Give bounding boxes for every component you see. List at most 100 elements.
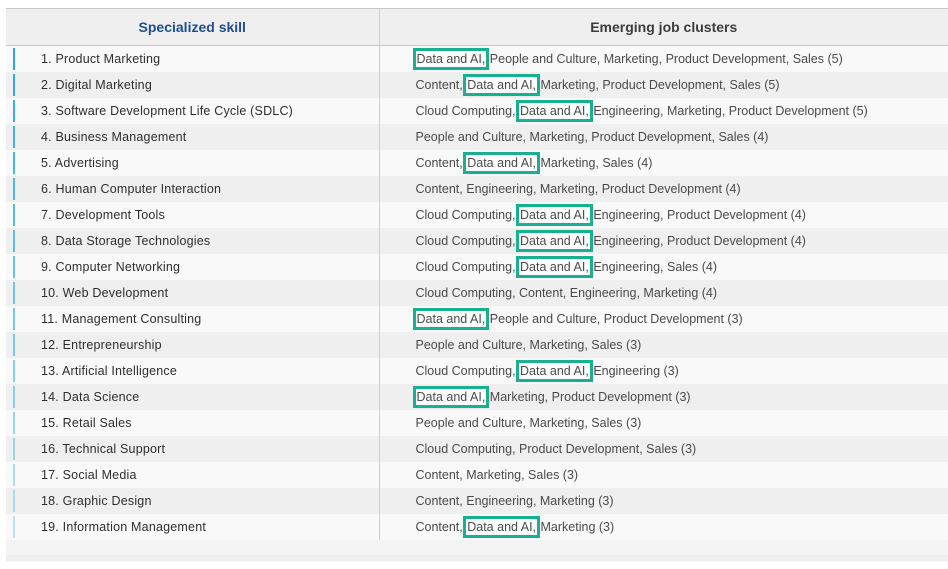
clusters-text-before: People and Culture, Marketing, Sales (3): [415, 337, 642, 352]
job-clusters-cell: Content, Data and AI, Marketing, Product…: [379, 71, 948, 98]
table-row: 5. Advertising Content, Data and AI, Mark…: [6, 149, 948, 176]
clusters-text-before: Content, Engineering, Marketing, Product…: [415, 181, 741, 196]
table-header-row: Specialized skill Emerging job clusters: [6, 8, 948, 46]
clusters-text-before: Content, Marketing, Sales (3): [415, 467, 579, 482]
skill-cell: 16. Technical Support: [6, 435, 380, 462]
clusters-text-before: Cloud Computing, Content, Engineering, M…: [415, 285, 718, 300]
data-and-ai-highlight: Data and AI,: [516, 255, 593, 278]
skill-cell: 6. Human Computer Interaction: [6, 175, 380, 202]
clusters-text-before: Content,: [415, 77, 467, 92]
clusters-text-before: Cloud Computing, Product Development, Sa…: [415, 441, 697, 456]
table-row: 10. Web Development Cloud Computing, Cont…: [6, 279, 948, 306]
skill-cell: 12. Entrepreneurship: [6, 331, 380, 358]
table-footer-strip: [6, 555, 948, 561]
table-row: 6. Human Computer Interaction Content, En…: [6, 175, 948, 202]
clusters-text-before: People and Culture, Marketing, Product D…: [415, 129, 769, 144]
data-and-ai-highlight: Data and AI,: [463, 151, 541, 174]
clusters-text-after: Marketing, Product Development (3): [486, 389, 691, 404]
table-row: 19. Information Management Content, Data …: [6, 513, 948, 540]
clusters-text-before: Cloud Computing,: [415, 259, 520, 274]
clusters-text-before: People and Culture, Marketing, Sales (3): [415, 415, 642, 430]
skill-cell: 11. Management Consulting: [6, 305, 380, 332]
table-row: 2. Digital Marketing Content, Data and AI…: [6, 71, 948, 98]
job-clusters-cell: People and Culture, Marketing, Product D…: [379, 123, 948, 150]
data-and-ai-highlight: Data and AI,: [516, 229, 593, 252]
table-row: 1. Product Marketing Data and AI, People …: [6, 45, 948, 72]
skill-cell: 7. Development Tools: [6, 201, 380, 228]
clusters-text-before: Content,: [415, 519, 467, 534]
table-row: 7. Development Tools Cloud Computing, Dat…: [6, 201, 948, 228]
table-row: 11. Management Consulting Data and AI, Pe…: [6, 305, 948, 332]
job-clusters-cell: Data and AI, People and Culture, Product…: [379, 305, 948, 332]
clusters-text-after: Marketing, Product Development, Sales (5…: [537, 77, 780, 92]
skill-cell: 15. Retail Sales: [6, 409, 380, 436]
clusters-text-after: Marketing (3): [537, 519, 615, 534]
table-row: 16. Technical Support Cloud Computing, Pr…: [6, 435, 948, 462]
table-row: 12. Entrepreneurship People and Culture, …: [6, 331, 948, 358]
skill-cell: 8. Data Storage Technologies: [6, 227, 380, 254]
clusters-text-before: Content, Engineering, Marketing (3): [415, 493, 614, 508]
job-clusters-cell: Cloud Computing, Data and AI, Engineerin…: [379, 253, 948, 280]
skill-cell: 4. Business Management: [6, 123, 380, 150]
data-and-ai-highlight: Data and AI,: [463, 515, 541, 538]
table-row: 9. Computer Networking Cloud Computing, D…: [6, 253, 948, 280]
table-row: 3. Software Development Life Cycle (SDLC…: [6, 97, 948, 124]
clusters-text-after: People and Culture, Marketing, Product D…: [486, 51, 843, 66]
skill-cell: 13. Artificial Intelligence: [6, 357, 380, 384]
clusters-text-after: People and Culture, Product Development …: [486, 311, 743, 326]
table-row: 4. Business Management People and Culture…: [6, 123, 948, 150]
data-and-ai-highlight: Data and AI,: [516, 359, 593, 382]
table-row: 18. Graphic Design Content, Engineering, …: [6, 487, 948, 514]
job-clusters-cell: Cloud Computing, Data and AI, Engineerin…: [379, 97, 948, 124]
skill-cell: 1. Product Marketing: [6, 45, 380, 72]
data-and-ai-highlight: Data and AI,: [412, 47, 490, 70]
table-row: 15. Retail Sales People and Culture, Mark…: [6, 409, 948, 436]
column-header-specialized-skill: Specialized skill: [6, 8, 380, 46]
skills-table: Specialized skill Emerging job clusters …: [6, 8, 948, 540]
job-clusters-cell: People and Culture, Marketing, Sales (3): [379, 409, 948, 436]
skill-cell: 5. Advertising: [6, 149, 380, 176]
clusters-text-before: Cloud Computing,: [415, 207, 520, 222]
data-and-ai-highlight: Data and AI,: [412, 385, 490, 408]
clusters-text-after: Engineering, Product Development (4): [589, 233, 806, 248]
skill-cell: 14. Data Science: [6, 383, 380, 410]
skill-cell: 19. Information Management: [6, 513, 380, 540]
data-and-ai-highlight: Data and AI,: [516, 203, 593, 226]
clusters-text-before: Cloud Computing,: [415, 103, 520, 118]
job-clusters-cell: Content, Marketing, Sales (3): [379, 461, 948, 488]
job-clusters-cell: Content, Engineering, Marketing, Product…: [379, 175, 948, 202]
job-clusters-cell: Cloud Computing, Content, Engineering, M…: [379, 279, 948, 306]
job-clusters-cell: Content, Data and AI, Marketing (3): [379, 513, 948, 540]
data-and-ai-highlight: Data and AI,: [412, 307, 490, 330]
clusters-text-before: Cloud Computing,: [415, 363, 520, 378]
skill-cell: 9. Computer Networking: [6, 253, 380, 280]
clusters-text-after: Engineering, Product Development (4): [589, 207, 806, 222]
table-row: 14. Data Science Data and AI, Marketing, …: [6, 383, 948, 410]
table-body: 1. Product Marketing Data and AI, People …: [6, 45, 948, 540]
job-clusters-cell: Cloud Computing, Data and AI, Engineerin…: [379, 227, 948, 254]
clusters-text-before: Cloud Computing,: [415, 233, 520, 248]
skill-cell: 18. Graphic Design: [6, 487, 380, 514]
table-row: 8. Data Storage Technologies Cloud Comput…: [6, 227, 948, 254]
clusters-text-after: Marketing, Sales (4): [537, 155, 653, 170]
job-clusters-cell: People and Culture, Marketing, Sales (3): [379, 331, 948, 358]
job-clusters-cell: Cloud Computing, Data and AI, Engineerin…: [379, 201, 948, 228]
job-clusters-cell: Cloud Computing, Data and AI, Engineerin…: [379, 357, 948, 384]
column-header-emerging-job-clusters: Emerging job clusters: [379, 8, 948, 46]
skill-cell: 3. Software Development Life Cycle (SDLC…: [6, 97, 380, 124]
clusters-text-after: Engineering, Marketing, Product Developm…: [589, 103, 868, 118]
clusters-text-before: Content,: [415, 155, 467, 170]
table-row: 17. Social Media Content, Marketing, Sale…: [6, 461, 948, 488]
data-and-ai-highlight: Data and AI,: [463, 73, 541, 96]
job-clusters-cell: Content, Data and AI, Marketing, Sales (…: [379, 149, 948, 176]
data-and-ai-highlight: Data and AI,: [516, 99, 593, 122]
skill-cell: 17. Social Media: [6, 461, 380, 488]
job-clusters-cell: Content, Engineering, Marketing (3): [379, 487, 948, 514]
job-clusters-cell: Cloud Computing, Product Development, Sa…: [379, 435, 948, 462]
job-clusters-cell: Data and AI, People and Culture, Marketi…: [379, 45, 948, 72]
job-clusters-cell: Data and AI, Marketing, Product Developm…: [379, 383, 948, 410]
skill-cell: 10. Web Development: [6, 279, 380, 306]
table-row: 13. Artificial Intelligence Cloud Computi…: [6, 357, 948, 384]
clusters-text-after: Engineering (3): [589, 363, 679, 378]
skill-cell: 2. Digital Marketing: [6, 71, 380, 98]
